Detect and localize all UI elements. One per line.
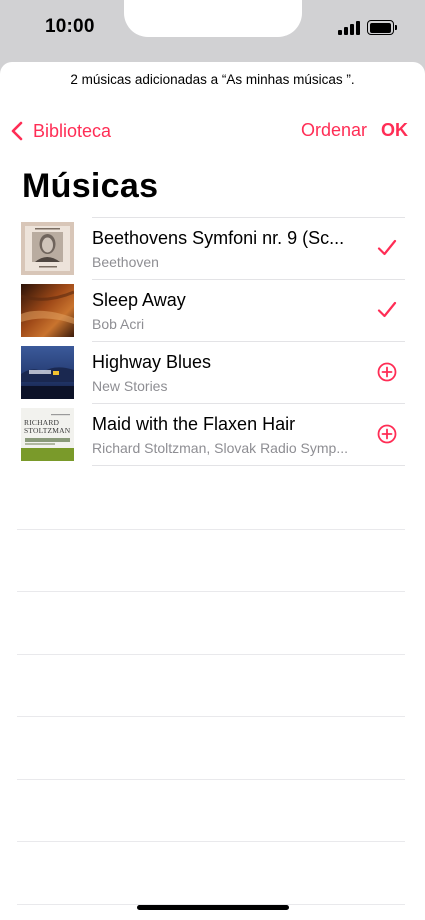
empty-row-divider: [17, 654, 405, 655]
empty-row-divider: [17, 716, 405, 717]
add-circle-icon[interactable]: [376, 361, 398, 383]
row-divider-end: [0, 465, 425, 466]
row-divider: [92, 279, 405, 280]
empty-row-divider: [17, 529, 405, 530]
checkmark-icon[interactable]: [376, 237, 398, 259]
song-list: Beethovens Symfoni nr. 9 (Sc... Beethove…: [0, 217, 425, 466]
back-button[interactable]: Biblioteca: [10, 120, 111, 142]
add-circle-icon[interactable]: [376, 423, 398, 445]
song-title: Highway Blues: [92, 352, 212, 372]
song-title: Sleep Away: [92, 290, 186, 310]
back-button-label: Biblioteca: [33, 120, 112, 141]
battery-icon: [367, 20, 397, 35]
add-songs-sheet: 2 músicas adicionadas a “As minhas músic…: [0, 62, 425, 920]
song-row[interactable]: Sleep Away Bob Acri: [0, 279, 425, 341]
album-art: RICHARD STOLTZMAN: [21, 408, 74, 461]
song-artist: New Stories: [92, 378, 168, 394]
empty-row-divider: [17, 591, 405, 592]
song-artist: Richard Stoltzman, Slovak Radio Symp...: [92, 440, 348, 456]
song-title: Maid with the Flaxen Hair: [92, 414, 296, 434]
cellular-signal-icon: [338, 21, 362, 35]
song-artist: Beethoven: [92, 254, 159, 270]
row-divider: [92, 341, 405, 342]
song-row[interactable]: Highway Blues New Stories: [0, 341, 425, 403]
page-title: Músicas: [22, 167, 159, 205]
song-title: Beethovens Symfoni nr. 9 (Sc...: [92, 228, 345, 248]
chevron-left-icon: [11, 121, 23, 141]
empty-row-divider: [17, 779, 405, 780]
status-time: 10:00: [45, 16, 95, 37]
empty-row-divider: [17, 841, 405, 842]
status-bar: 10:00: [0, 0, 425, 60]
done-button[interactable]: OK: [381, 120, 408, 141]
song-artist: Bob Acri: [92, 316, 145, 332]
song-row[interactable]: Beethovens Symfoni nr. 9 (Sc... Beethove…: [0, 217, 425, 279]
added-songs-banner: 2 músicas adicionadas a “As minhas músic…: [70, 72, 355, 87]
row-divider: [92, 403, 405, 404]
album-art: [21, 222, 74, 275]
album-art: [21, 284, 74, 337]
device-notch: [124, 0, 302, 37]
row-divider: [92, 217, 405, 218]
album-art: [21, 346, 74, 399]
checkmark-icon[interactable]: [376, 299, 398, 321]
home-indicator[interactable]: [137, 905, 289, 910]
sort-button[interactable]: Ordenar: [301, 120, 367, 141]
album-art-text: RICHARD STOLTZMAN: [24, 418, 71, 435]
song-row[interactable]: RICHARD STOLTZMAN Maid with the Flaxen H…: [0, 403, 425, 465]
